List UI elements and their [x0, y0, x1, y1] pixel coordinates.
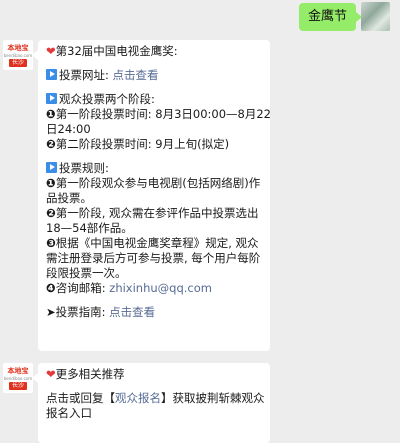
message-line: 投票网址: 点击查看 — [46, 68, 262, 83]
message-line: ❷第二阶段投票时间: 9月上旬(拟定) — [46, 137, 230, 151]
message-line: 需注册登录后方可参与投票, 每个用户每阶 — [46, 251, 261, 265]
message-line: ❤第32届中国电视金鹰奖: — [46, 44, 178, 58]
message-line: 18—54部作品。 — [46, 221, 133, 235]
outgoing-message-bubble[interactable]: 金鹰节 — [298, 3, 363, 31]
avatar-brand: 本地宝 — [7, 44, 29, 52]
outgoing-message-row: 金鹰节 — [0, 0, 400, 40]
play-icon — [46, 162, 57, 173]
play-icon — [46, 69, 57, 80]
message-line: ➤投票指南: 点击查看 — [46, 305, 156, 319]
incoming-message-bubble-2[interactable]: ❤更多相关推荐 点击或回复【观众报名】获取披荆斩棘观众 报名入口 — [32, 363, 270, 443]
heart-icon: ❤ — [46, 44, 56, 58]
bot-avatar[interactable]: 本地宝 bendibao.com 长沙 — [3, 363, 33, 393]
avatar-brand: 本地宝 — [7, 367, 29, 375]
message-line: 点击或回复【观众报名】获取披荆斩棘观众 — [46, 391, 265, 405]
vote-url-link[interactable]: 点击查看 — [113, 68, 159, 82]
email-link[interactable]: zhixinhu@qq.com — [109, 281, 212, 295]
message-line: 日24:00 — [46, 122, 91, 136]
avatar-sub: bendibao.com — [3, 53, 33, 58]
number-three-icon: ❸ — [46, 236, 56, 250]
message-line: 品投票。 — [46, 191, 92, 205]
number-one-icon: ❶ — [46, 107, 56, 121]
message-line: ❤更多相关推荐 — [46, 367, 125, 381]
message-line: 报名入口 — [46, 406, 92, 420]
play-icon — [46, 93, 57, 104]
message-line: ❶第一阶段投票时间: 8月3日00:00—8月22 — [46, 107, 272, 121]
message-line: 观众投票两个阶段: — [46, 92, 262, 107]
bot-avatar[interactable]: 本地宝 bendibao.com 长沙 — [3, 40, 33, 70]
message-line: ❶第一阶段观众参与电视剧(包括网络剧)作 — [46, 176, 261, 190]
message-line: ❸根据《中国电视金鹰奖章程》规定, 观众 — [46, 236, 259, 250]
arrow-icon: ➤ — [46, 305, 56, 319]
avatar-city-tag: 长沙 — [9, 382, 27, 390]
number-two-icon: ❷ — [46, 137, 56, 151]
heart-icon: ❤ — [46, 367, 56, 381]
number-four-icon: ❹ — [46, 281, 56, 295]
audience-signup-link[interactable]: 观众报名 — [115, 391, 161, 405]
message-line: ❷第一阶段, 观众需在参评作品中投票选出 — [46, 206, 259, 220]
number-two-icon: ❷ — [46, 206, 56, 220]
user-avatar[interactable] — [361, 2, 390, 31]
vote-guide-link[interactable]: 点击查看 — [109, 305, 155, 319]
message-line: ❹咨询邮箱: zhixinhu@qq.com — [46, 281, 212, 295]
avatar-sub: bendibao.com — [3, 376, 33, 381]
number-one-icon: ❶ — [46, 176, 56, 190]
message-line: 投票规则: — [46, 161, 262, 176]
avatar-city-tag: 长沙 — [9, 59, 27, 67]
message-line: 段限投票一次。 — [46, 266, 127, 280]
incoming-message-bubble[interactable]: ❤第32届中国电视金鹰奖: 投票网址: 点击查看 观众投票两个阶段: ❶第一阶段… — [32, 40, 272, 351]
